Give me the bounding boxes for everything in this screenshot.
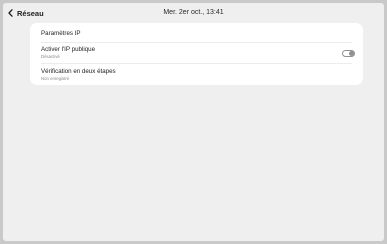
status-time: Mer. 2er oct., 13:41: [163, 9, 224, 16]
ip-settings-item[interactable]: Paramètres IP: [30, 23, 363, 42]
two-step-verification-status: Non enregistré: [41, 76, 70, 81]
public-ip-title: Activer l'IP publique: [41, 46, 96, 53]
ip-settings-title: Paramètres IP: [41, 30, 81, 37]
two-step-verification-title: Vérification en deux étapes: [41, 68, 116, 75]
toggle-knob: [349, 51, 354, 56]
public-ip-toggle[interactable]: [342, 50, 355, 57]
screen: Réseau Mer. 2er oct., 13:41 Paramètres I…: [3, 3, 384, 241]
settings-card: Paramètres IP Activer l'IP publique Désa…: [30, 23, 363, 85]
two-step-verification-item[interactable]: Vérification en deux étapes Non enregist…: [30, 64, 363, 85]
top-bar: Réseau Mer. 2er oct., 13:41: [3, 3, 384, 21]
public-ip-status: Désactivé: [41, 54, 60, 59]
public-ip-item[interactable]: Activer l'IP publique Désactivé: [30, 43, 363, 63]
